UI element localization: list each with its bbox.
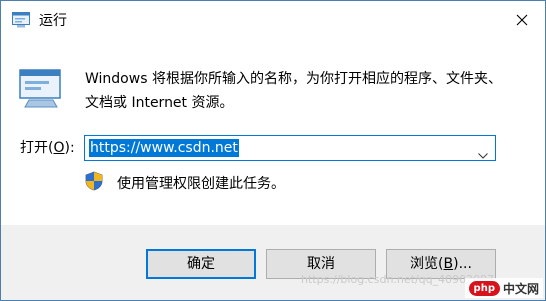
open-input[interactable]: https://www.csdn.net <box>84 135 496 161</box>
open-input-value[interactable]: https://www.csdn.net <box>89 139 239 157</box>
title-bar[interactable]: 运行 <box>1 1 545 39</box>
open-label: 打开(O): <box>20 140 75 156</box>
close-icon <box>516 14 528 26</box>
admin-note: 使用管理权限创建此任务。 <box>117 176 285 192</box>
button-bar: 确定 取消 浏览(B)... https://blog.csdn.net/qq_… <box>1 225 545 300</box>
close-button[interactable] <box>499 1 545 39</box>
uac-shield-icon <box>85 171 103 191</box>
dialog-body: Windows 将根据你所输入的名称，为你打开相应的程序、文件夹、文档或 Int… <box>1 39 545 225</box>
php-logo: php 中文网 <box>464 278 543 298</box>
dialog-description: Windows 将根据你所输入的名称，为你打开相应的程序、文件夹、文档或 Int… <box>85 71 502 111</box>
chevron-down-icon <box>478 153 488 159</box>
run-app-icon <box>12 12 30 28</box>
dropdown-button[interactable] <box>478 144 488 163</box>
window-title: 运行 <box>39 13 67 29</box>
php-site-name: 中文网 <box>502 281 539 296</box>
ok-button[interactable]: 确定 <box>146 249 256 279</box>
php-badge: php <box>468 280 500 296</box>
run-app-icon <box>19 69 61 109</box>
run-dialog: 运行 Windows 将根据你所输入的名称，为你打开相应的程序、文件夹、文档或 … <box>0 0 546 301</box>
